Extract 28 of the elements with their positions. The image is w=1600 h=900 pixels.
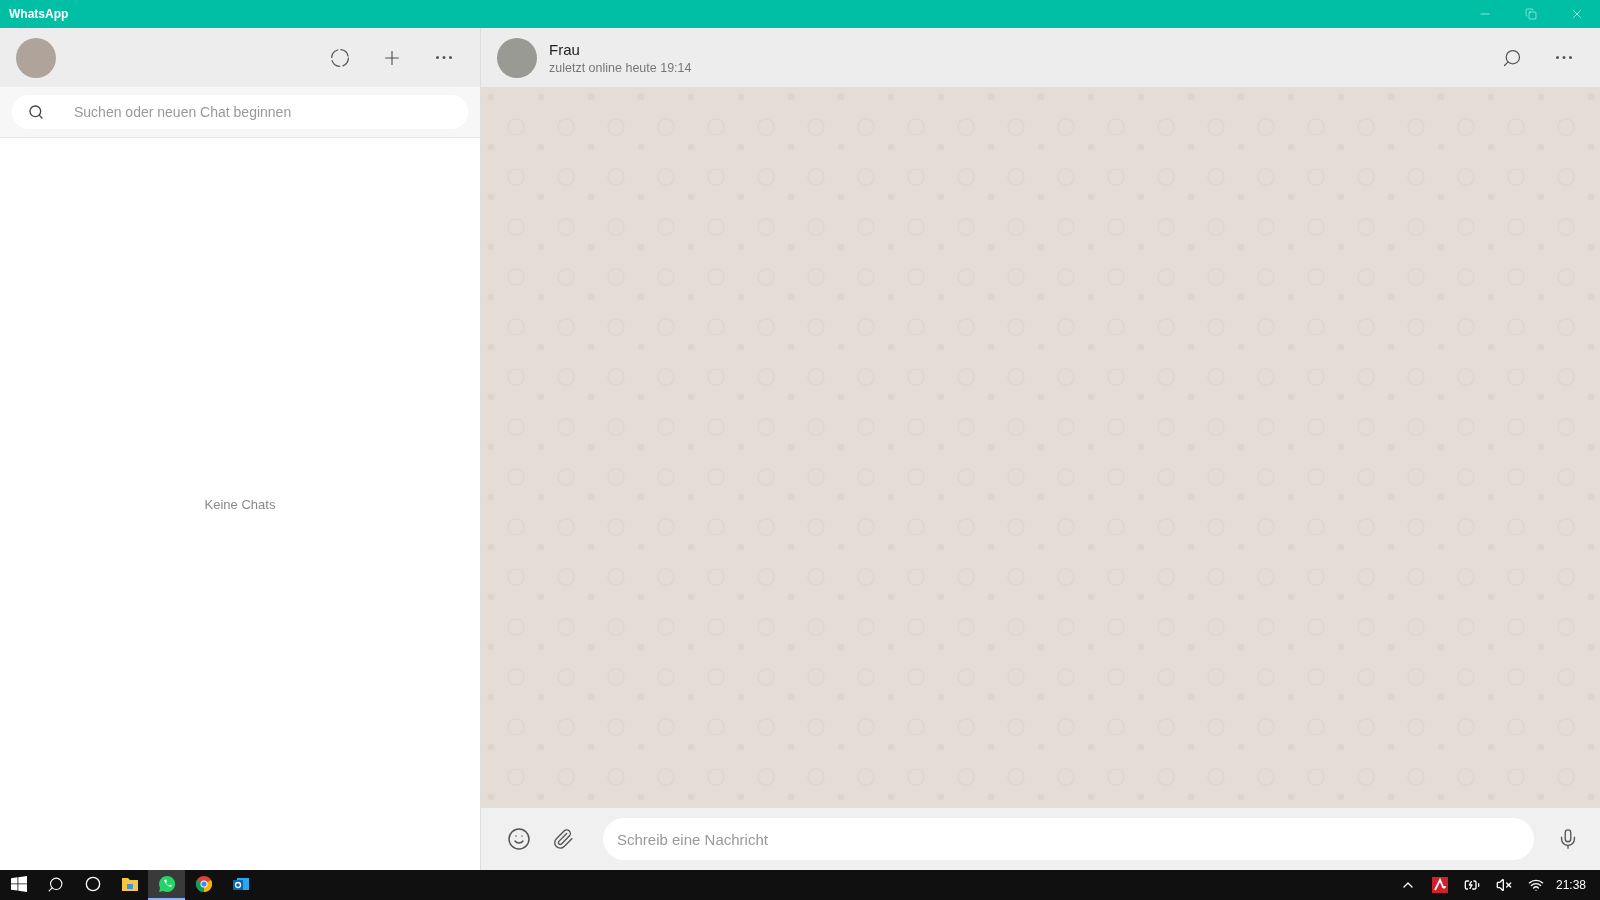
- clock-text[interactable]: 21:38: [1555, 878, 1586, 892]
- restore-icon: [1525, 8, 1537, 20]
- more-icon: [436, 56, 452, 59]
- close-icon: [1570, 7, 1584, 21]
- search-icon: [47, 875, 64, 893]
- contact-name: Frau: [549, 40, 581, 58]
- last-seen-text: zuletzt online heute 19:14: [549, 60, 692, 75]
- antivirus-logo-icon: [1431, 877, 1448, 893]
- search-icon: [1502, 47, 1522, 68]
- speaker-muted-glyph-icon: [1495, 877, 1512, 893]
- mail-app-icon: [232, 876, 249, 892]
- browser-icon: [195, 876, 212, 892]
- chat-bubble-icon: [157, 875, 176, 893]
- empty-chats-text: Keine Chats: [204, 496, 276, 512]
- message-input[interactable]: Schreib eine Nachricht: [603, 818, 1534, 860]
- search-icon: [28, 104, 44, 120]
- status-ring-icon: [330, 47, 350, 68]
- circle-icon: [84, 876, 101, 892]
- search-field[interactable]: Suchen oder neuen Chat beginnen: [12, 95, 468, 129]
- windows-logo-icon: [10, 876, 27, 892]
- window-title: WhatsApp: [9, 7, 69, 21]
- paperclip-icon: [552, 828, 574, 850]
- more-icon: [1556, 56, 1572, 59]
- folder-icon: [120, 876, 139, 892]
- smiley-icon: [507, 827, 531, 851]
- battery-glyph-icon: [1463, 877, 1480, 893]
- wifi-glyph-icon: [1527, 877, 1544, 893]
- taskbar-app-button[interactable]: [148, 870, 185, 900]
